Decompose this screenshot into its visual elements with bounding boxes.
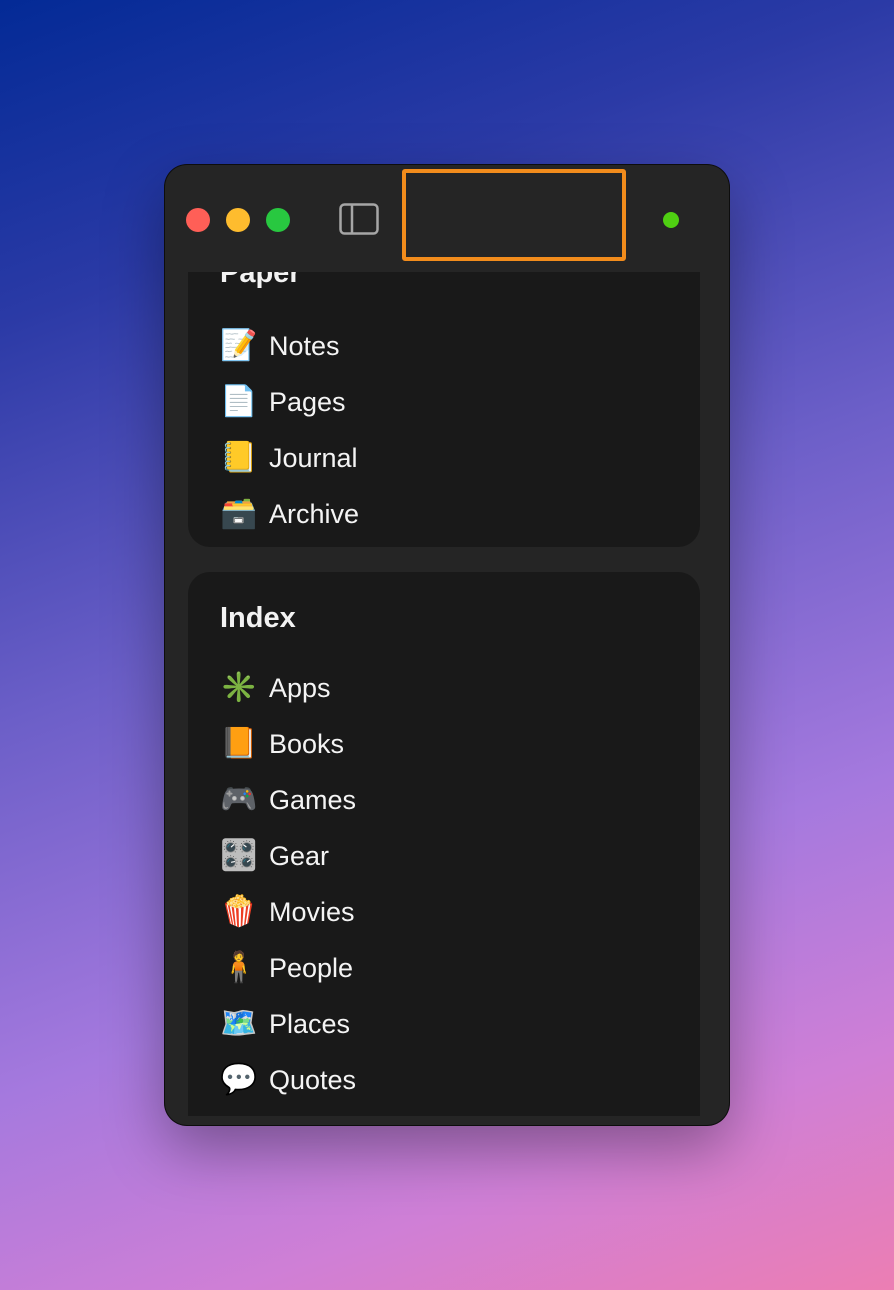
list-item-pages[interactable]: 📄 Pages [220, 374, 359, 430]
list-item-label: Games [269, 784, 357, 815]
list-item-label: Apps [269, 672, 331, 703]
list-item-apps[interactable]: ✳️ Apps [220, 660, 356, 716]
list-item-label: Pages [269, 386, 346, 417]
control-knobs-icon: 🎛️ [220, 839, 258, 872]
list-item-places[interactable]: 🗺️ Places [220, 996, 356, 1052]
list-item-games[interactable]: 🎮 Games [220, 772, 356, 828]
person-standing-icon: 🧍 [220, 951, 258, 984]
list-item-notes[interactable]: 📝 Notes [220, 318, 359, 374]
list-item-label: Archive [269, 498, 360, 529]
list-item-journal[interactable]: 📒 Journal [220, 430, 359, 486]
section-index: Index ✳️ Apps 📙 Books 🎮 Games 🎛️ Gear 🍿 … [188, 572, 700, 1116]
speech-bubble-icon: 💬 [220, 1063, 258, 1096]
orange-book-icon: 📙 [220, 727, 258, 760]
list-item-books[interactable]: 📙 Books [220, 716, 356, 772]
title-bar [165, 165, 729, 271]
index-list: ✳️ Apps 📙 Books 🎮 Games 🎛️ Gear 🍿 Movies… [220, 660, 356, 1116]
card-file-box-icon: 🗃️ [220, 497, 258, 530]
status-indicator [663, 212, 679, 228]
highlighted-title-area[interactable] [402, 169, 626, 261]
list-item-label: Movies [269, 896, 355, 927]
list-item-people[interactable]: 🧍 People [220, 940, 356, 996]
list-item-partial[interactable]: 📦 [220, 1108, 356, 1116]
paper-list: 📝 Notes 📄 Pages 📒 Journal 🗃️ Archive [220, 318, 359, 542]
list-item-archive[interactable]: 🗃️ Archive [220, 486, 359, 542]
page-icon: 📄 [220, 385, 258, 418]
sidebar-icon [339, 203, 379, 235]
list-item-movies[interactable]: 🍿 Movies [220, 884, 356, 940]
game-controller-icon: 🎮 [220, 783, 258, 816]
maximize-window-button[interactable] [266, 208, 290, 232]
list-item-label: Notes [269, 330, 340, 361]
world-map-icon: 🗺️ [220, 1007, 258, 1040]
list-item-quotes[interactable]: 💬 Quotes [220, 1052, 356, 1108]
sparkle-icon: ✳️ [220, 671, 258, 704]
memo-icon: 📝 [220, 329, 258, 362]
popcorn-icon: 🍿 [220, 895, 258, 928]
sidebar-toggle-button[interactable] [339, 203, 379, 235]
list-item-label: Quotes [269, 1064, 357, 1095]
list-item-label: Books [269, 728, 345, 759]
sidebar-content[interactable]: Paper 📝 Notes 📄 Pages 📒 Journal 🗃️ Archi… [188, 272, 700, 1116]
list-item-gear[interactable]: 🎛️ Gear [220, 828, 356, 884]
section-title-index: Index [220, 602, 296, 634]
ledger-icon: 📒 [220, 441, 258, 474]
section-title-paper: Paper [220, 272, 301, 289]
list-item-label: Places [269, 1008, 351, 1039]
app-window: Paper 📝 Notes 📄 Pages 📒 Journal 🗃️ Archi… [165, 165, 729, 1125]
section-paper: Paper 📝 Notes 📄 Pages 📒 Journal 🗃️ Archi… [188, 272, 700, 547]
list-item-label: Journal [269, 442, 358, 473]
minimize-window-button[interactable] [226, 208, 250, 232]
list-item-label: Gear [269, 840, 330, 871]
close-window-button[interactable] [186, 208, 210, 232]
list-item-label: People [269, 952, 354, 983]
